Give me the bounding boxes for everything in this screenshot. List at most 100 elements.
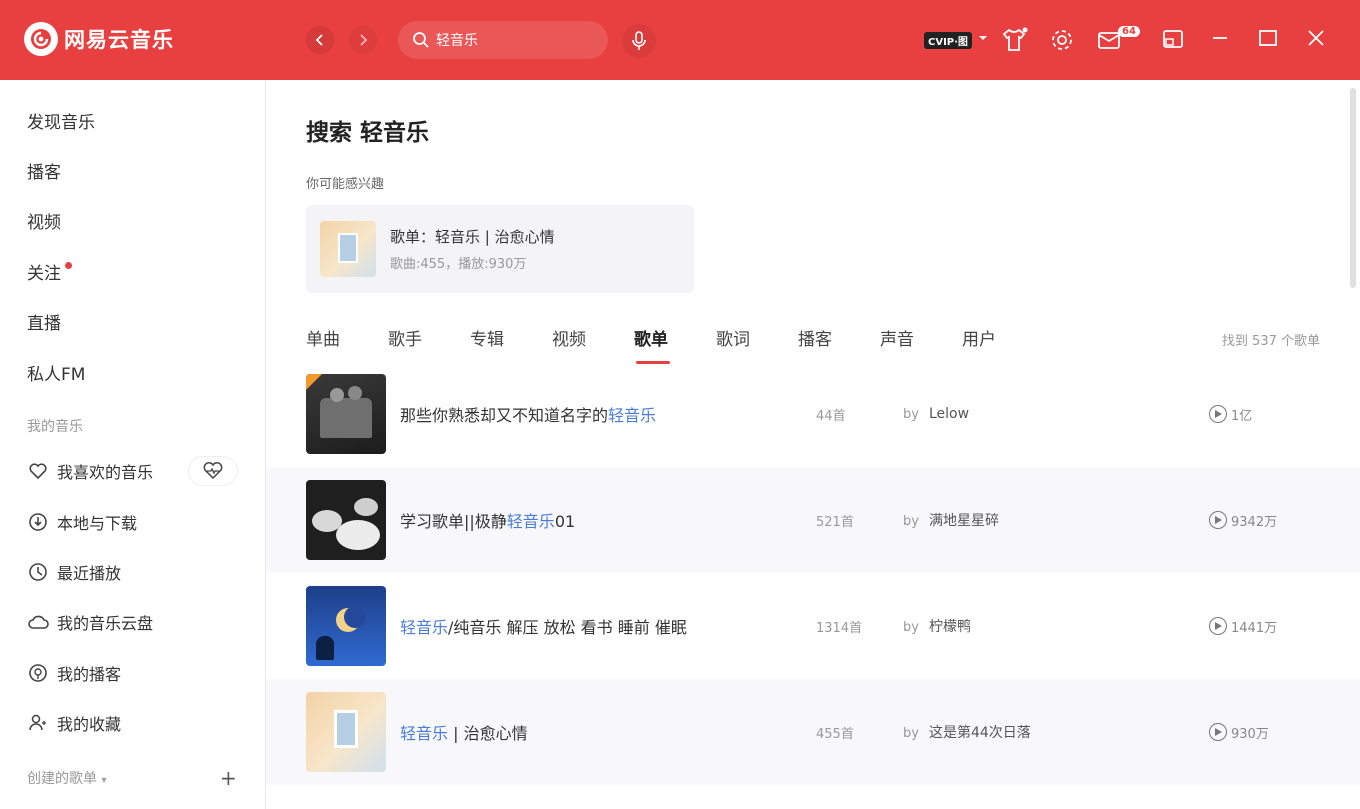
maximize-button[interactable]	[1256, 26, 1280, 50]
my-music-section-title: 我的音乐	[27, 419, 83, 435]
playlist-results: 那些你熟悉却又不知道名字的轻音乐 44首 by Lelow 1亿 学习歌单||极静…	[266, 361, 1360, 785]
skin-button[interactable]	[1000, 26, 1028, 54]
sidebar-item-follow[interactable]: 关注	[27, 259, 72, 284]
play-count: 9342万	[1209, 511, 1277, 530]
search-icon	[413, 32, 429, 48]
add-playlist-icon[interactable]: +	[220, 766, 237, 790]
sidebar-item-local-download[interactable]: 本地与下载	[27, 510, 137, 534]
microphone-icon	[632, 31, 646, 50]
back-button[interactable]	[306, 26, 334, 54]
play-count: 1441万	[1209, 617, 1277, 636]
mini-mode-button[interactable]	[1160, 26, 1186, 52]
netease-logo-icon	[24, 22, 58, 56]
chevron-down-icon: ▾	[101, 775, 107, 786]
tab-users[interactable]: 用户	[962, 325, 1044, 364]
tab-playlists[interactable]: 歌单	[634, 325, 716, 364]
notification-dot	[65, 262, 72, 269]
play-count: 930万	[1209, 723, 1269, 742]
track-count: 521首	[816, 514, 854, 530]
search-tabs: 单曲 歌手 专辑 视频 歌单 歌词 播客 声音 用户	[306, 325, 1044, 364]
sidebar-item-recent[interactable]: 最近播放	[27, 560, 121, 584]
playlist-author[interactable]: by 这是第44次日落	[903, 722, 1031, 742]
sidebar-item-cloud-disk[interactable]: 我的音乐云盘	[27, 610, 153, 634]
voice-search-button[interactable]	[622, 24, 656, 58]
suggested-playlist-stats: 歌曲:455，播放:930万	[390, 257, 527, 272]
tab-albums[interactable]: 专辑	[470, 325, 552, 364]
collect-icon	[27, 712, 49, 734]
chevron-down-icon[interactable]	[978, 34, 988, 42]
app-name: 网易云音乐	[64, 28, 174, 52]
playlist-author[interactable]: by Lelow	[903, 406, 969, 422]
heart-icon	[27, 460, 49, 482]
sidebar-item-liked-music[interactable]: 我喜欢的音乐	[27, 459, 153, 483]
cloud-icon	[27, 611, 49, 633]
forward-button[interactable]	[349, 26, 377, 54]
sidebar-item-live[interactable]: 直播	[27, 309, 61, 334]
title-bar: 网易云音乐 CVIP·图 64	[0, 0, 1360, 80]
close-icon	[1308, 30, 1324, 46]
list-item[interactable]: 那些你熟悉却又不知道名字的轻音乐 44首 by Lelow 1亿	[266, 361, 1360, 467]
playlist-cover	[306, 692, 386, 772]
playlist-author[interactable]: by 柠檬鸭	[903, 616, 971, 636]
playlist-cover	[306, 480, 386, 560]
playlist-cover	[306, 374, 386, 454]
track-count: 455首	[816, 726, 854, 742]
chevron-left-icon	[315, 34, 323, 46]
play-icon	[1209, 723, 1227, 741]
tab-artists[interactable]: 歌手	[388, 325, 470, 364]
chevron-right-icon	[360, 34, 368, 46]
suggested-playlist-title: 歌单：轻音乐 | 治愈心情	[390, 228, 555, 246]
playlist-thumbnail	[320, 221, 376, 277]
play-icon	[1209, 617, 1227, 635]
mail-count-badge: 64	[1118, 26, 1140, 37]
list-item[interactable]: 轻音乐/纯音乐 解压 放松 看书 睡前 催眠 1314首 by 柠檬鸭 1441万	[266, 573, 1360, 679]
playlist-title[interactable]: 那些你熟悉却又不知道名字的轻音乐	[400, 402, 656, 426]
play-icon	[1209, 511, 1227, 529]
list-item[interactable]: 学习歌单||极静轻音乐01 521首 by 满地星星碎 9342万	[266, 467, 1360, 573]
mini-player-icon	[1163, 30, 1183, 48]
scrollbar[interactable]	[1350, 88, 1356, 288]
track-count: 44首	[816, 408, 846, 424]
maximize-icon	[1259, 30, 1277, 46]
search-input[interactable]	[436, 32, 586, 48]
page-title: 搜索 轻音乐	[306, 120, 430, 146]
app-logo[interactable]: 网易云音乐	[24, 22, 174, 56]
minimize-button[interactable]	[1208, 26, 1232, 50]
result-count: 找到 537 个歌单	[1221, 334, 1320, 349]
playlist-title[interactable]: 轻音乐 | 治愈心情	[400, 720, 528, 744]
playlist-author[interactable]: by 满地星星碎	[903, 510, 999, 530]
heartbeat-icon	[203, 462, 223, 480]
list-item[interactable]: 轻音乐 | 治愈心情 455首 by 这是第44次日落 930万	[266, 679, 1360, 785]
podcast-icon	[27, 662, 49, 684]
play-icon	[1209, 405, 1227, 423]
tab-sounds[interactable]: 声音	[880, 325, 962, 364]
sidebar-item-video[interactable]: 视频	[27, 208, 61, 233]
minimize-icon	[1213, 37, 1227, 39]
close-button[interactable]	[1304, 26, 1328, 50]
shirt-icon	[1002, 27, 1028, 51]
sidebar-item-fm[interactable]: 私人FM	[27, 360, 85, 385]
sidebar-item-discover[interactable]: 发现音乐	[27, 108, 95, 133]
sidebar-item-podcast[interactable]: 播客	[27, 158, 61, 183]
clock-icon	[27, 561, 49, 583]
sidebar-item-my-podcast[interactable]: 我的播客	[27, 661, 121, 685]
sidebar: 发现音乐 播客 视频 关注 直播 私人FM 我的音乐 我喜欢的音乐 本地与下载 …	[0, 80, 266, 809]
tab-podcasts[interactable]: 播客	[798, 325, 880, 364]
created-playlists-section[interactable]: 创建的歌单 ▾	[27, 768, 106, 788]
track-count: 1314首	[816, 620, 863, 636]
search-box[interactable]	[398, 21, 608, 59]
heartbeat-mode-button[interactable]	[188, 456, 238, 486]
suggestion-hint: 你可能感兴趣	[306, 177, 385, 192]
tab-videos[interactable]: 视频	[552, 325, 634, 364]
gear-icon	[1052, 30, 1072, 50]
settings-button[interactable]	[1048, 26, 1076, 54]
playlist-title[interactable]: 轻音乐/纯音乐 解压 放松 看书 睡前 催眠	[400, 614, 687, 638]
play-count: 1亿	[1209, 405, 1252, 424]
vip-badge[interactable]: CVIP·图	[924, 32, 972, 49]
tab-lyrics[interactable]: 歌词	[716, 325, 798, 364]
tab-songs[interactable]: 单曲	[306, 325, 388, 364]
playlist-cover	[306, 586, 386, 666]
suggested-playlist-card[interactable]: 歌单：轻音乐 | 治愈心情 歌曲:455，播放:930万	[306, 205, 694, 293]
sidebar-item-collection[interactable]: 我的收藏	[27, 711, 121, 735]
playlist-title[interactable]: 学习歌单||极静轻音乐01	[400, 508, 575, 532]
